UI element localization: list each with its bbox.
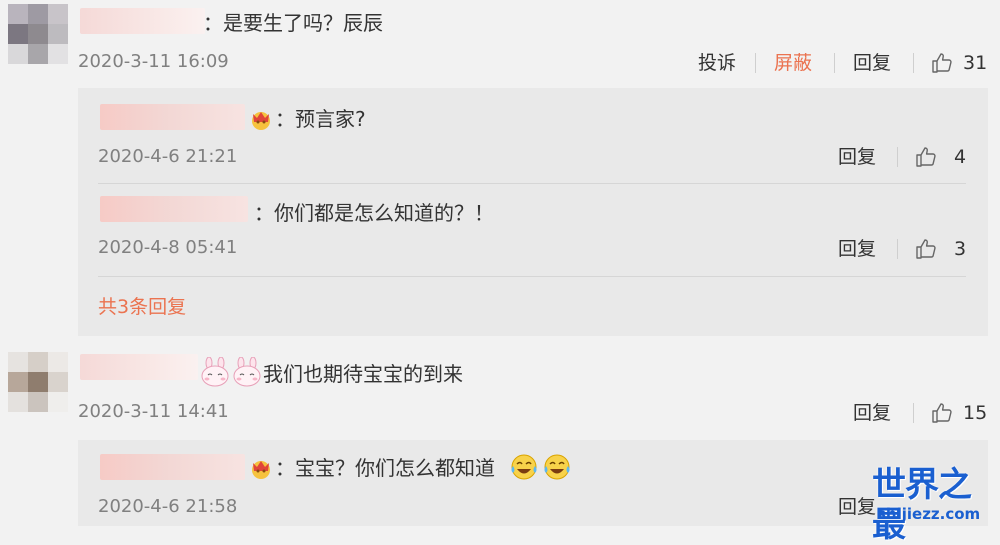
avatar[interactable] bbox=[8, 4, 68, 64]
username[interactable] bbox=[100, 454, 245, 480]
like-icon[interactable] bbox=[914, 237, 938, 261]
reply-divider bbox=[98, 276, 966, 277]
crown-icon bbox=[252, 112, 270, 130]
username[interactable] bbox=[100, 196, 248, 222]
like-icon[interactable] bbox=[914, 145, 938, 169]
like-count: 4 bbox=[954, 146, 967, 168]
reply-button[interactable]: 回复 bbox=[838, 237, 876, 261]
bunny-emoji-icon bbox=[201, 357, 229, 387]
username[interactable] bbox=[80, 8, 205, 34]
bunny-emoji-icon bbox=[233, 357, 261, 387]
comment-text: 我们也期待宝宝的到来 bbox=[263, 362, 463, 386]
block-button[interactable]: 屏蔽 bbox=[774, 51, 812, 75]
divider bbox=[913, 403, 914, 423]
comment-date: 2020-3-11 14:41 bbox=[78, 401, 229, 422]
like-count: 3 bbox=[954, 238, 967, 260]
laugh-cry-emoji-icon bbox=[511, 454, 537, 480]
crown-icon bbox=[252, 461, 270, 479]
like-count: 15 bbox=[963, 402, 988, 424]
reply-button[interactable]: 回复 bbox=[853, 51, 891, 75]
reply-text: ：宝宝？你们怎么都知道 bbox=[275, 456, 495, 480]
laugh-cry-emoji-icon bbox=[544, 454, 570, 480]
reply-button[interactable]: 回复 bbox=[853, 401, 891, 425]
avatar[interactable] bbox=[8, 352, 68, 412]
divider bbox=[834, 53, 835, 73]
reply-date: 2020-4-6 21:21 bbox=[98, 146, 238, 167]
reply-divider bbox=[98, 183, 966, 184]
reply-button[interactable]: 回复 bbox=[838, 495, 876, 519]
reply-button[interactable]: 回复 bbox=[838, 145, 876, 169]
reply-date: 2020-4-6 21:58 bbox=[98, 496, 238, 517]
like-icon[interactable] bbox=[930, 401, 954, 425]
divider bbox=[913, 53, 914, 73]
like-icon[interactable] bbox=[930, 51, 954, 75]
username[interactable] bbox=[100, 104, 245, 130]
reply-text: ：你们都是怎么知道的？！ bbox=[254, 201, 494, 225]
watermark-url: shijiezz.com bbox=[877, 505, 981, 523]
report-button[interactable]: 投诉 bbox=[698, 51, 736, 75]
reply-date: 2020-4-8 05:41 bbox=[98, 237, 238, 258]
comment-date: 2020-3-11 16:09 bbox=[78, 51, 229, 72]
view-more-replies-link[interactable]: 共3条回复 bbox=[98, 295, 186, 319]
comment-text: ：是要生了吗？辰辰 bbox=[203, 11, 383, 35]
divider bbox=[897, 147, 898, 167]
username[interactable] bbox=[80, 354, 198, 380]
reply-text: ：预言家? bbox=[275, 107, 366, 131]
divider bbox=[755, 53, 756, 73]
like-count: 31 bbox=[963, 52, 988, 74]
divider bbox=[897, 239, 898, 259]
